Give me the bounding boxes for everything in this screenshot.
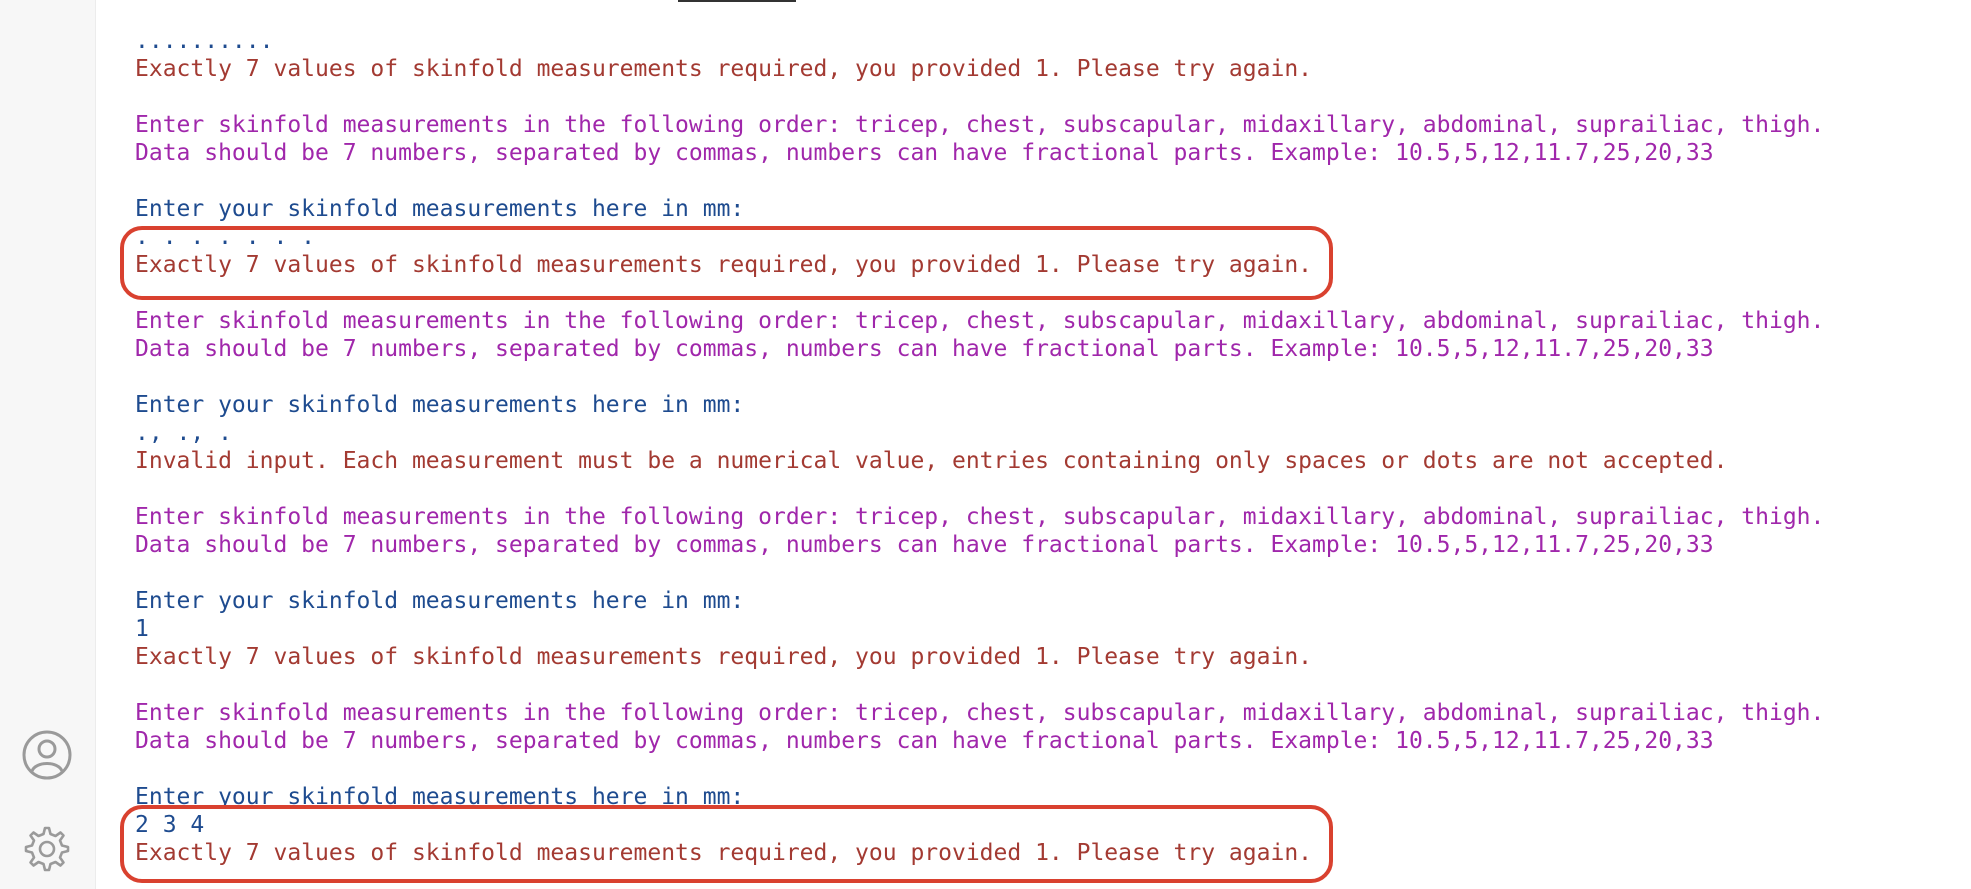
- user-input-line: . . . . . . .: [135, 224, 316, 250]
- error-message: Exactly 7 values of skinfold measurement…: [135, 644, 1313, 670]
- error-message: Exactly 7 values of skinfold measurement…: [135, 252, 1313, 278]
- error-message: Exactly 7 values of skinfold measurement…: [135, 840, 1313, 866]
- top-divider: [678, 0, 796, 2]
- user-input-line: 2 3 4: [135, 812, 205, 838]
- input-prompt: Enter your skinfold measurements here in…: [135, 784, 745, 810]
- instruction-line: Data should be 7 numbers, separated by c…: [135, 140, 1714, 166]
- gear-icon[interactable]: [20, 822, 74, 876]
- error-message: Exactly 7 values of skinfold measurement…: [135, 56, 1313, 82]
- instruction-line: Data should be 7 numbers, separated by c…: [135, 336, 1714, 362]
- error-message: Invalid input. Each measurement must be …: [135, 448, 1728, 474]
- instruction-line: Data should be 7 numbers, separated by c…: [135, 532, 1714, 558]
- input-prompt: Enter your skinfold measurements here in…: [135, 588, 745, 614]
- user-icon[interactable]: [20, 728, 74, 782]
- instruction-line: Enter skinfold measurements in the follo…: [135, 112, 1825, 138]
- user-input-line: ., ., .: [135, 420, 232, 446]
- input-prompt: Enter your skinfold measurements here in…: [135, 392, 745, 418]
- instruction-line: Enter skinfold measurements in the follo…: [135, 504, 1825, 530]
- instruction-line: Data should be 7 numbers, separated by c…: [135, 728, 1714, 754]
- instruction-line: Enter skinfold measurements in the follo…: [135, 308, 1825, 334]
- sidebar: [0, 0, 96, 889]
- user-input-line: ..........: [135, 28, 274, 54]
- user-input-line: 1: [135, 616, 149, 642]
- instruction-line: Enter skinfold measurements in the follo…: [135, 700, 1825, 726]
- page: .......... Exactly 7 values of skinfold m…: [0, 0, 1971, 889]
- input-prompt: Enter your skinfold measurements here in…: [135, 196, 745, 222]
- console-output: .......... Exactly 7 values of skinfold m…: [135, 27, 1824, 867]
